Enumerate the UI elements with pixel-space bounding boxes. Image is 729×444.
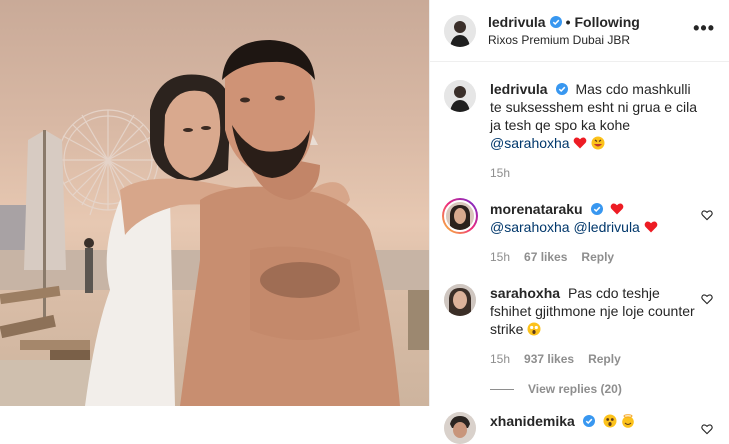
- shocked-emoji: [527, 322, 541, 336]
- avatar[interactable]: [444, 284, 476, 316]
- timestamp: 15h: [490, 352, 511, 366]
- comment-mention[interactable]: @sarahoxha: [490, 219, 570, 235]
- comment-username[interactable]: xhanidemika: [490, 413, 575, 429]
- avatar[interactable]: [444, 80, 476, 112]
- list-item: morenataraku @sarahoxha @ledrivula 15h 6…: [442, 182, 715, 266]
- red-heart-emoji: [644, 220, 658, 234]
- red-heart-emoji: [610, 202, 624, 216]
- list-item: sarahoxha Pas cdo teshje fshihet gjithmo…: [444, 266, 715, 368]
- avatar: [444, 200, 476, 232]
- like-heart-icon[interactable]: [701, 208, 713, 221]
- comments-list: ledrivula Mas cdo mashkulli te suksesshe…: [430, 62, 729, 444]
- list-item: xhanidemika: [444, 396, 715, 444]
- comment-body: sarahoxha Pas cdo teshje fshihet gjithmo…: [490, 284, 704, 368]
- avatar[interactable]: [444, 412, 476, 444]
- verified-badge-icon: [590, 203, 603, 215]
- photo-illustration: [0, 40, 429, 406]
- comment-body: xhanidemika: [490, 412, 704, 444]
- comment-username[interactable]: sarahoxha: [490, 285, 560, 301]
- verified-badge-icon: [582, 415, 595, 427]
- header-text: ledrivula • Following Rixos Premium Duba…: [488, 13, 640, 49]
- separator-dot: •: [565, 13, 571, 30]
- shocked-emoji: [603, 414, 617, 428]
- avatar-image: [444, 14, 476, 47]
- post-side-panel: ledrivula • Following Rixos Premium Duba…: [429, 0, 729, 444]
- divider: [490, 388, 514, 390]
- verified-badge-icon: [549, 15, 562, 28]
- timestamp: 15h: [490, 166, 511, 180]
- comment-username[interactable]: morenataraku: [490, 201, 583, 217]
- following-button[interactable]: Following: [575, 13, 640, 31]
- like-heart-icon[interactable]: [701, 292, 713, 305]
- likes-count[interactable]: 937 likes: [524, 350, 574, 368]
- view-replies-label: View replies (20): [528, 382, 622, 396]
- more-options-icon[interactable]: •••: [693, 19, 715, 37]
- avatar[interactable]: [444, 14, 476, 47]
- caption-username[interactable]: ledrivula: [490, 81, 548, 97]
- caption-body: ledrivula Mas cdo mashkulli te suksesshe…: [490, 80, 704, 182]
- header-username[interactable]: ledrivula: [488, 13, 546, 31]
- like-heart-icon[interactable]: [701, 422, 713, 435]
- comment-meta: 15h 67 likes Reply: [490, 248, 704, 266]
- comment-body: morenataraku @sarahoxha @ledrivula 15h 6…: [490, 200, 704, 266]
- angel-emoji: [621, 414, 635, 428]
- post-header: ledrivula • Following Rixos Premium Duba…: [430, 0, 729, 62]
- instagram-post: ledrivula • Following Rixos Premium Duba…: [0, 0, 729, 444]
- post-photo[interactable]: [0, 0, 429, 406]
- view-replies-button[interactable]: View replies (20): [490, 382, 715, 396]
- likes-count[interactable]: 67 likes: [524, 248, 567, 266]
- location-link[interactable]: Rixos Premium Dubai JBR: [488, 31, 640, 49]
- caption: ledrivula Mas cdo mashkulli te suksesshe…: [444, 62, 715, 182]
- timestamp: 15h: [490, 250, 511, 264]
- caption-meta: 15h: [490, 164, 704, 182]
- reply-button[interactable]: Reply: [581, 248, 614, 266]
- red-heart-emoji: [573, 136, 587, 150]
- verified-badge-icon: [555, 83, 568, 95]
- grin-emoji: [591, 136, 605, 150]
- header-title-row: ledrivula • Following: [488, 13, 640, 31]
- comment-mention[interactable]: @ledrivula: [573, 219, 639, 235]
- story-ring[interactable]: [442, 198, 478, 234]
- comment-meta: 15h 937 likes Reply: [490, 350, 704, 368]
- reply-button[interactable]: Reply: [588, 350, 621, 368]
- caption-mention[interactable]: @sarahoxha: [490, 135, 570, 151]
